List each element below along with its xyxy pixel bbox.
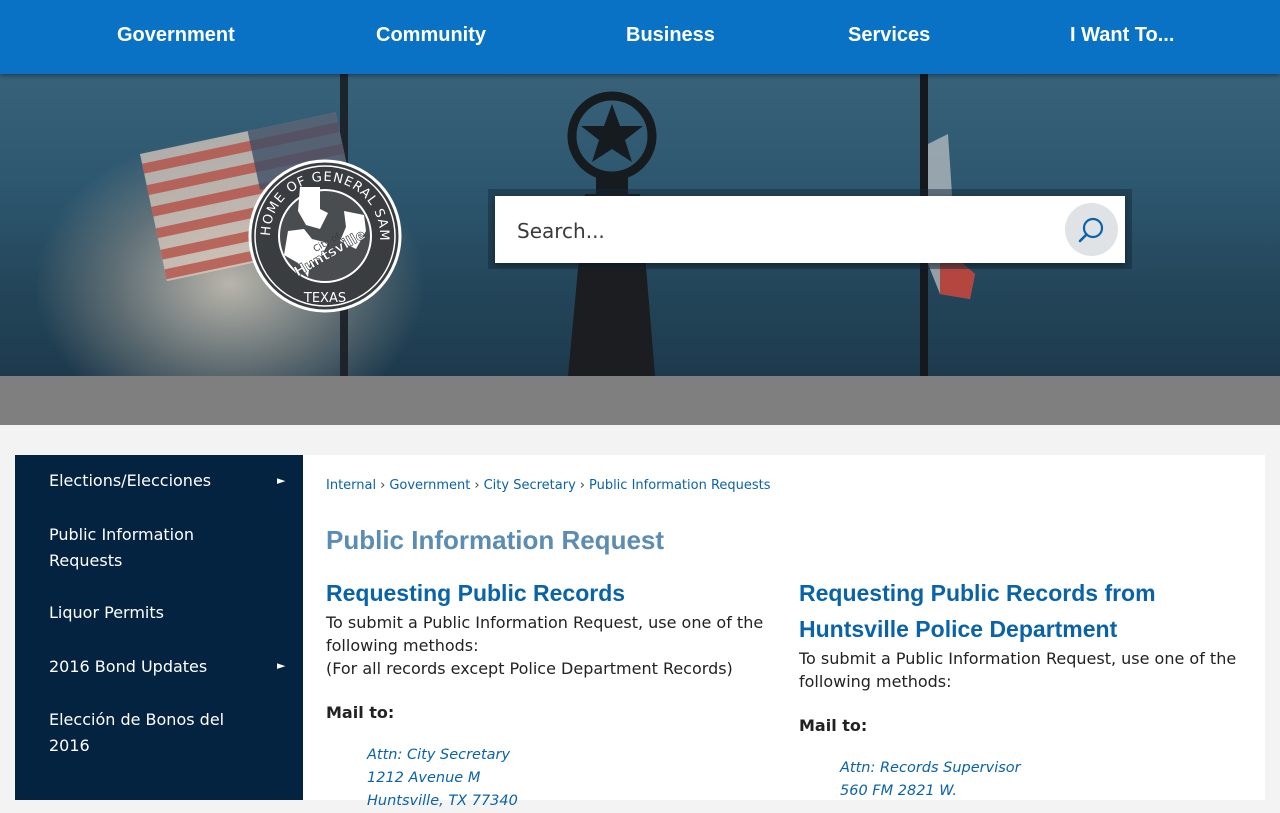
mail-to-label: Mail to: bbox=[799, 716, 868, 735]
sidebar-item-public-information-requests[interactable]: Public Information Requests bbox=[49, 522, 269, 574]
breadcrumb-government[interactable]: Government bbox=[389, 478, 470, 493]
address-line: Attn: Records Supervisor bbox=[840, 760, 1021, 776]
mailing-address: Attn: Records Supervisor 560 FM 2821 W. bbox=[840, 757, 1239, 803]
sidebar-item-eleccion-de-bonos[interactable]: Elección de Bonos del 2016 bbox=[49, 707, 269, 759]
nav-business[interactable]: Business bbox=[626, 0, 715, 70]
left-column: Requesting Public Records To submit a Pu… bbox=[326, 575, 766, 813]
nav-i-want-to[interactable]: I Want To... bbox=[1070, 0, 1174, 70]
mail-to-label: Mail to: bbox=[326, 703, 395, 722]
page-title: Public Information Request bbox=[326, 525, 665, 555]
city-seal-logo[interactable]: HOME OF GENERAL SAM HOUSTON TEXAS City o… bbox=[242, 148, 402, 313]
banner-divider bbox=[0, 376, 1280, 425]
breadcrumb-city-secretary[interactable]: City Secretary bbox=[484, 478, 576, 493]
right-column: Requesting Public Records from Huntsvill… bbox=[799, 575, 1239, 803]
section-heading: Requesting Public Records from Huntsvill… bbox=[799, 580, 1156, 642]
nav-community[interactable]: Community bbox=[376, 0, 486, 70]
address-line: Attn: City Secretary bbox=[367, 747, 511, 763]
address-line: 1212 Avenue M bbox=[367, 770, 481, 786]
breadcrumb-internal[interactable]: Internal bbox=[326, 478, 376, 493]
sidebar-nav: Elections/Elecciones ► Public Informatio… bbox=[15, 455, 303, 800]
top-navigation: Government Community Business Services I… bbox=[0, 0, 1280, 74]
nav-services[interactable]: Services bbox=[848, 0, 930, 70]
breadcrumb-public-information-requests[interactable]: Public Information Requests bbox=[589, 478, 771, 493]
intro-text: To submit a Public Information Request, … bbox=[326, 613, 764, 655]
sidebar-item-liquor-permits[interactable]: Liquor Permits bbox=[49, 600, 269, 626]
main-content: Internal › Government › City Secretary › Publi… bbox=[303, 455, 1265, 809]
address-line: Huntsville, TX 77340 bbox=[367, 793, 518, 809]
mailing-address: Attn: City Secretary 1212 Avenue M Hunts… bbox=[367, 744, 766, 813]
sidebar-item-elections[interactable]: Elections/Elecciones bbox=[49, 468, 269, 494]
section-heading: Requesting Public Records bbox=[326, 580, 626, 606]
search-input[interactable] bbox=[515, 196, 1039, 265]
svg-text:TEXAS: TEXAS bbox=[303, 291, 346, 306]
breadcrumb: Internal › Government › City Secretary › Publi… bbox=[326, 478, 771, 493]
nav-government[interactable]: Government bbox=[117, 0, 235, 70]
submenu-arrow-icon[interactable]: ► bbox=[277, 474, 285, 487]
search-button[interactable] bbox=[1065, 203, 1118, 256]
search-bar bbox=[495, 196, 1125, 265]
sidebar-item-2016-bond-updates[interactable]: 2016 Bond Updates bbox=[49, 654, 269, 680]
submenu-arrow-icon[interactable]: ► bbox=[277, 659, 285, 672]
intro-text: To submit a Public Information Request, … bbox=[799, 649, 1237, 691]
note-text: (For all records except Police Departmen… bbox=[326, 659, 733, 678]
search-icon bbox=[1078, 217, 1104, 243]
